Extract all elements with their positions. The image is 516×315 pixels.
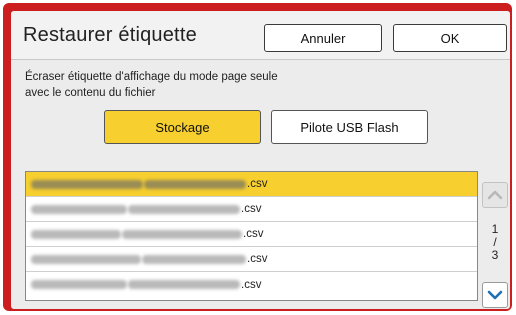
redacted-filename: [128, 204, 240, 214]
file-extension: .csv: [247, 178, 268, 190]
scroll-down-button[interactable]: [482, 282, 508, 308]
instruction-line-2: avec le contenu du fichier: [25, 87, 156, 99]
page-indicator: 1 / 3: [482, 223, 508, 262]
redacted-filename: [31, 280, 127, 289]
dialog-title: Restaurer étiquette: [23, 24, 197, 46]
file-row[interactable]: .csv: [26, 247, 477, 272]
file-row[interactable]: .csv: [26, 222, 477, 247]
ok-button[interactable]: OK: [393, 24, 507, 52]
redacted-filename: [144, 179, 246, 189]
redacted-filename: [128, 280, 240, 289]
file-row[interactable]: .csv: [26, 272, 477, 297]
instruction-line-1: Écraser étiquette d'affichage du mode pa…: [25, 71, 278, 83]
redacted-filename: [31, 204, 127, 214]
scroll-up-button[interactable]: [482, 182, 508, 208]
storage-button[interactable]: Stockage: [104, 110, 261, 144]
file-extension: .csv: [247, 253, 268, 265]
file-extension: .csv: [241, 203, 262, 215]
chevron-down-icon: [487, 290, 503, 300]
instruction-text: Écraser étiquette d'affichage du mode pa…: [25, 69, 465, 101]
page-total: 3: [491, 248, 499, 262]
file-list: .csv .csv .csv .csv .csv: [25, 171, 478, 301]
dialog-header: Restaurer étiquette Annuler OK: [11, 11, 510, 60]
file-extension: .csv: [243, 228, 264, 240]
dialog-frame: Restaurer étiquette Annuler OK Écraser é…: [3, 3, 512, 311]
redacted-filename: [31, 254, 141, 264]
file-extension: .csv: [241, 278, 262, 291]
redacted-filename: [31, 229, 121, 239]
chevron-up-icon: [487, 190, 503, 200]
file-row[interactable]: .csv: [26, 197, 477, 222]
file-row[interactable]: .csv: [26, 172, 477, 197]
dialog-panel: Restaurer étiquette Annuler OK Écraser é…: [11, 11, 510, 309]
redacted-filename: [142, 254, 246, 264]
redacted-filename: [122, 229, 242, 239]
usb-flash-button[interactable]: Pilote USB Flash: [271, 110, 428, 144]
redacted-filename: [31, 179, 143, 189]
cancel-button[interactable]: Annuler: [264, 24, 382, 52]
